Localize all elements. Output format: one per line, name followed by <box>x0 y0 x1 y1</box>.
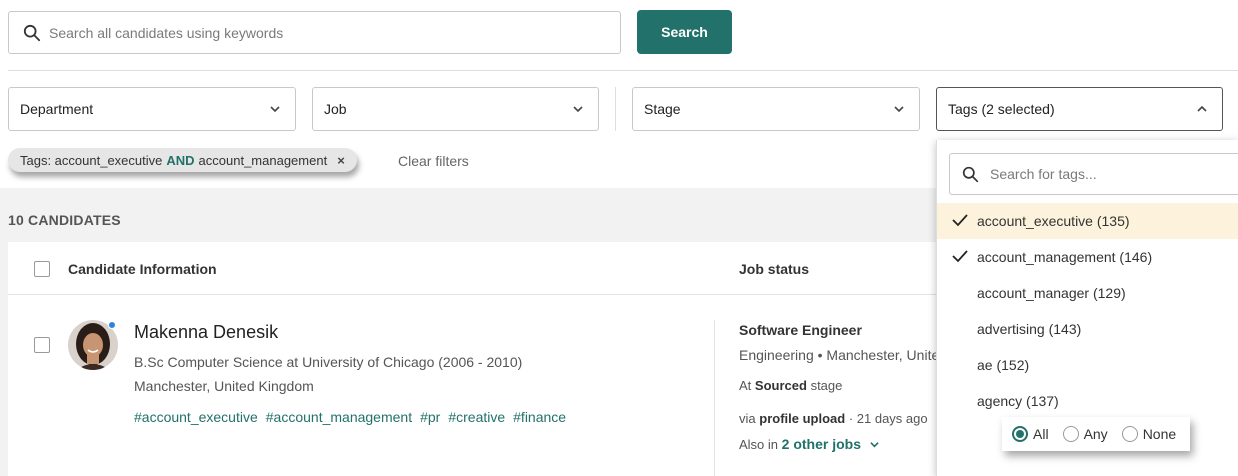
radio-label: Any <box>1083 426 1108 442</box>
filter-chip-suffix: account_management <box>198 152 328 168</box>
chevron-down-icon <box>894 106 904 113</box>
tag-search-input[interactable] <box>990 154 1230 194</box>
search-icon <box>23 24 41 42</box>
tag-option[interactable]: advertising (143) <box>937 311 1238 347</box>
tag-option[interactable]: ae (152) <box>937 347 1238 383</box>
candidate-count: 10 CANDIDATES <box>8 212 121 228</box>
job-via-time: · 21 days ago <box>848 411 928 426</box>
job-via-prefix: via <box>739 411 756 426</box>
tag-option[interactable]: account_management (146) <box>937 239 1238 275</box>
job-stage: At Sourced stage <box>739 378 842 393</box>
tag-option[interactable]: agency (137) <box>937 383 1238 419</box>
search-icon <box>962 166 979 183</box>
tag-match-mode: All Any None <box>1002 417 1190 451</box>
job-department-location: Engineering • Manchester, United <box>739 347 948 363</box>
tags-select-label: Tags (2 selected) <box>948 101 1055 117</box>
candidate-location: Manchester, United Kingdom <box>134 378 314 394</box>
divider <box>8 70 1238 71</box>
filter-chip-prefix: Tags: account_executive <box>20 152 163 168</box>
close-icon[interactable]: × <box>337 153 345 168</box>
department-select[interactable]: Department <box>8 87 296 131</box>
candidate-tags: #account_executive #account_management #… <box>134 409 566 425</box>
job-stage-prefix: At <box>739 378 752 393</box>
stage-select[interactable]: Stage <box>632 87 920 131</box>
header-candidate-information[interactable]: Candidate Information <box>68 261 217 277</box>
candidate-search-input[interactable] <box>49 12 609 53</box>
stage-select-label: Stage <box>644 101 681 117</box>
filter-chip-operator: AND <box>166 152 195 168</box>
tag-link[interactable]: #pr <box>420 409 440 425</box>
tag-option-label: advertising (143) <box>977 321 1082 337</box>
tag-search-field[interactable] <box>949 153 1238 195</box>
job-stage-suffix: stage <box>810 378 843 393</box>
tag-option-label: account_management (146) <box>977 249 1153 265</box>
chevron-down-icon <box>870 442 879 448</box>
candidate-name[interactable]: Makenna Denesik <box>134 322 278 343</box>
job-source: via profile upload · 21 days ago <box>739 411 928 426</box>
tag-option-label: ae (152) <box>977 357 1030 373</box>
filter-divider <box>615 87 616 131</box>
tag-option-label: account_executive (135) <box>977 213 1130 229</box>
candidate-education: B.Sc Computer Science at University of C… <box>134 354 523 370</box>
tag-link[interactable]: #creative <box>448 409 505 425</box>
tag-option-label: account_manager (129) <box>977 285 1126 301</box>
tag-option[interactable]: account_executive (135) <box>937 203 1238 239</box>
job-via-source: profile upload <box>759 411 846 426</box>
radio-label: All <box>1033 426 1049 442</box>
chevron-down-icon <box>573 106 583 113</box>
job-stage-name: Sourced <box>754 378 807 393</box>
match-none-radio[interactable]: None <box>1121 426 1177 442</box>
match-any-radio[interactable]: Any <box>1062 426 1108 442</box>
header-job-status[interactable]: Job status <box>739 261 809 277</box>
candidate-row-checkbox[interactable] <box>34 337 50 353</box>
search-button[interactable]: Search <box>637 10 732 54</box>
tag-option[interactable]: account_manager (129) <box>937 275 1238 311</box>
other-jobs-label: 2 other jobs <box>781 436 862 452</box>
job-select[interactable]: Job <box>312 87 599 131</box>
checkmark-icon <box>952 214 968 227</box>
tag-link[interactable]: #finance <box>513 409 566 425</box>
job-title[interactable]: Software Engineer <box>739 322 862 338</box>
select-all-checkbox[interactable] <box>34 261 50 277</box>
tag-link[interactable]: #account_management <box>266 409 412 425</box>
checkmark-icon <box>952 250 968 263</box>
tag-option-label: agency (137) <box>977 393 1059 409</box>
other-jobs-link[interactable]: 2 other jobs <box>782 436 880 452</box>
chevron-up-icon <box>1197 105 1207 112</box>
job-select-label: Job <box>324 101 347 117</box>
job-also-prefix: Also in <box>739 437 779 452</box>
active-filter-chip[interactable]: Tags: account_executive AND account_mana… <box>8 148 357 172</box>
department-select-label: Department <box>20 101 94 117</box>
candidate-search-field[interactable] <box>8 11 621 54</box>
radio-label: None <box>1142 426 1177 442</box>
column-divider <box>714 320 715 476</box>
radio-unselected[interactable] <box>1062 426 1079 442</box>
radio-selected[interactable] <box>1012 426 1028 442</box>
online-status-indicator <box>108 321 116 329</box>
match-all-radio[interactable]: All <box>1012 426 1049 442</box>
chevron-down-icon <box>270 106 280 113</box>
clear-filters-link[interactable]: Clear filters <box>398 153 469 169</box>
radio-unselected[interactable] <box>1121 426 1138 442</box>
job-also-in: Also in 2 other jobs <box>739 436 880 452</box>
tags-select[interactable]: Tags (2 selected) <box>936 87 1223 131</box>
tag-link[interactable]: #account_executive <box>134 409 258 425</box>
